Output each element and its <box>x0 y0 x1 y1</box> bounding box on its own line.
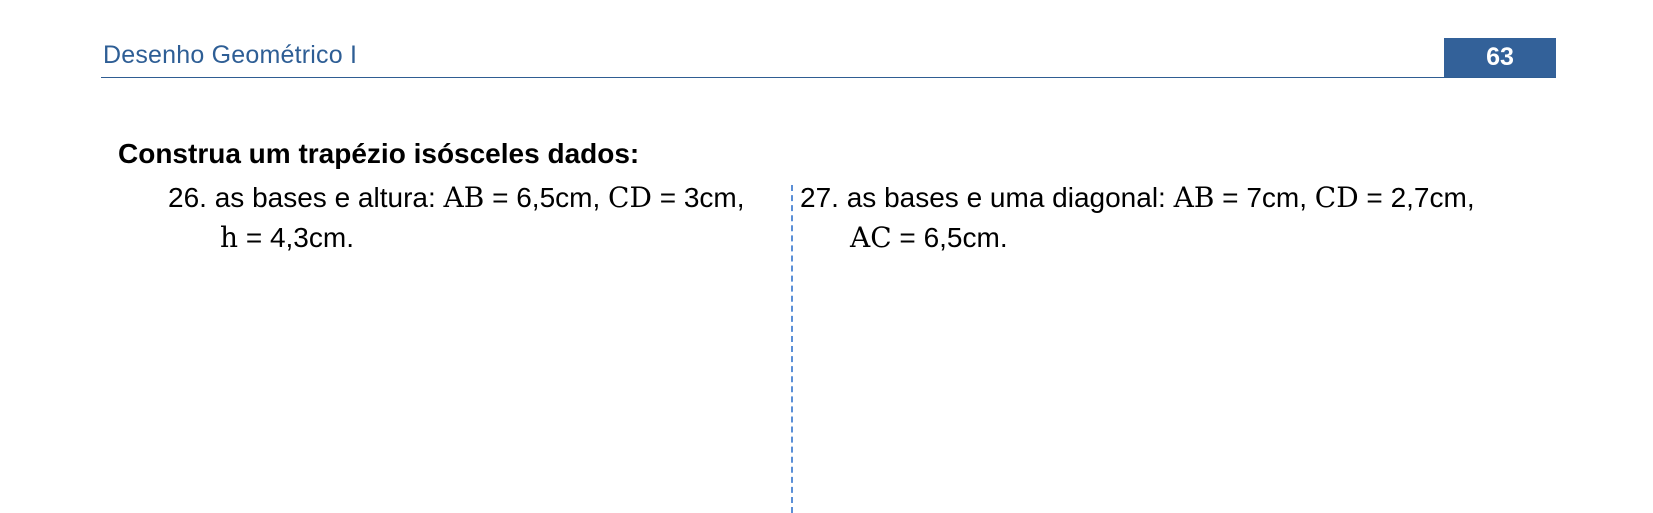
math-label-ab: AB <box>1173 181 1215 214</box>
value-ab: = 6,5cm, <box>484 182 601 213</box>
page-number-badge: 63 <box>1444 38 1556 77</box>
exercise-prefix: as bases e uma diagonal: <box>846 182 1166 213</box>
math-label-cd: CD <box>608 181 652 214</box>
exercise-number: 26. <box>168 182 207 213</box>
exercise-prefix: as bases e altura: <box>214 182 436 213</box>
page-header: Desenho Geométrico I 63 <box>101 38 1556 78</box>
value-cd: = 3cm, <box>651 182 745 213</box>
exercise-number: 27. <box>800 182 839 213</box>
math-label-h: h <box>220 221 239 254</box>
column-divider <box>791 185 793 513</box>
value-cd: = 2,7cm, <box>1358 182 1475 213</box>
value-ac: = 6,5cm. <box>891 222 1008 253</box>
section-heading: Construa um trapézio isósceles dados: <box>118 138 640 169</box>
math-label-cd: CD <box>1314 181 1359 214</box>
header-title: Desenho Geométrico I <box>103 41 358 69</box>
value-ab: = 7cm, <box>1214 182 1307 213</box>
exercise-27: 27. as bases e uma diagonal: AB = 7cm, C… <box>800 178 1475 258</box>
exercise-26: 26. as bases e altura: AB = 6,5cm, CD = … <box>168 178 745 258</box>
value-h: = 4,3cm. <box>238 222 354 253</box>
exercise-continuation: AC = 6,5cm. <box>800 218 1475 258</box>
math-label-ac: AC <box>850 221 892 254</box>
exercise-continuation: h = 4,3cm. <box>168 218 745 258</box>
math-label-ab: AB <box>443 181 485 214</box>
